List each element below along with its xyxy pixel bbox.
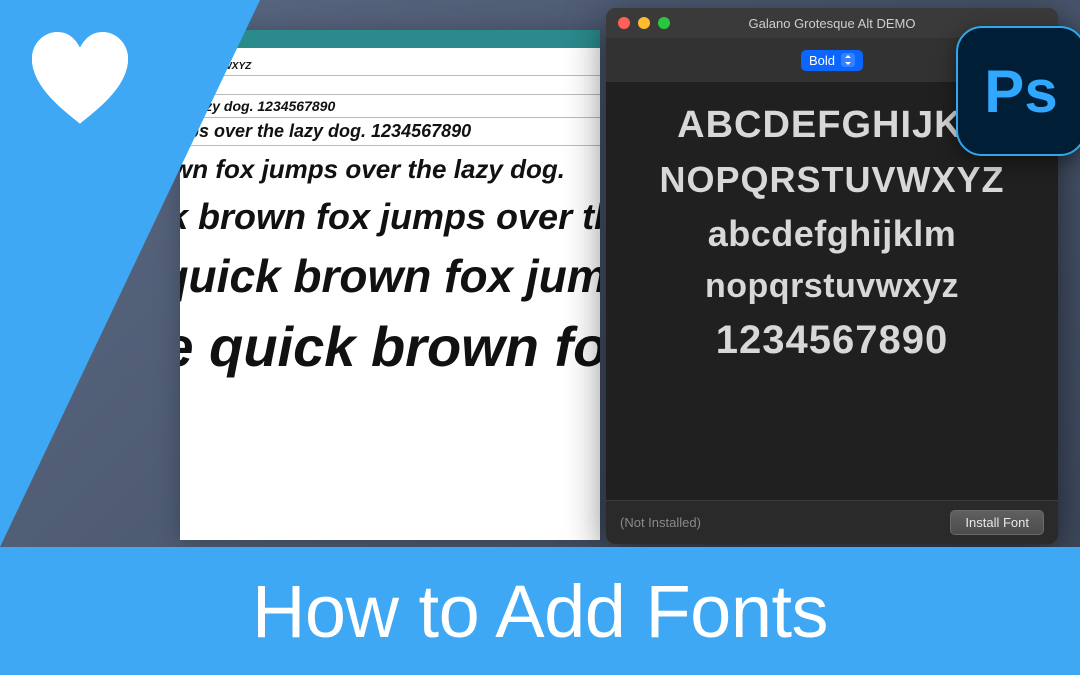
glyph-line-upper-a: ABCDEFGHIJKL [677,104,987,147]
zoom-icon[interactable] [658,17,670,29]
minimize-icon[interactable] [638,17,650,29]
chevron-updown-icon [841,53,855,67]
font-window-footer: (Not Installed) Install Font [606,500,1058,544]
glyph-line-upper-b: NOPQRSTUVWXYZ [659,159,1004,201]
photoshop-badge: Ps [956,26,1080,156]
heart-icon [20,18,140,138]
headline-bar: How to Add Fonts [0,547,1080,675]
install-font-button[interactable]: Install Font [950,510,1044,535]
font-weight-select[interactable]: Bold [801,50,863,71]
close-icon[interactable] [618,17,630,29]
glyph-line-lower-a: abcdefghijklm [708,213,957,255]
install-status: (Not Installed) [620,515,701,530]
photoshop-label: Ps [984,57,1057,126]
glyph-line-lower-b: nopqrstuvwxyz [705,267,959,306]
glyph-line-digits: 1234567890 [716,318,948,363]
font-weight-label: Bold [809,53,835,68]
headline-text: How to Add Fonts [252,569,828,654]
